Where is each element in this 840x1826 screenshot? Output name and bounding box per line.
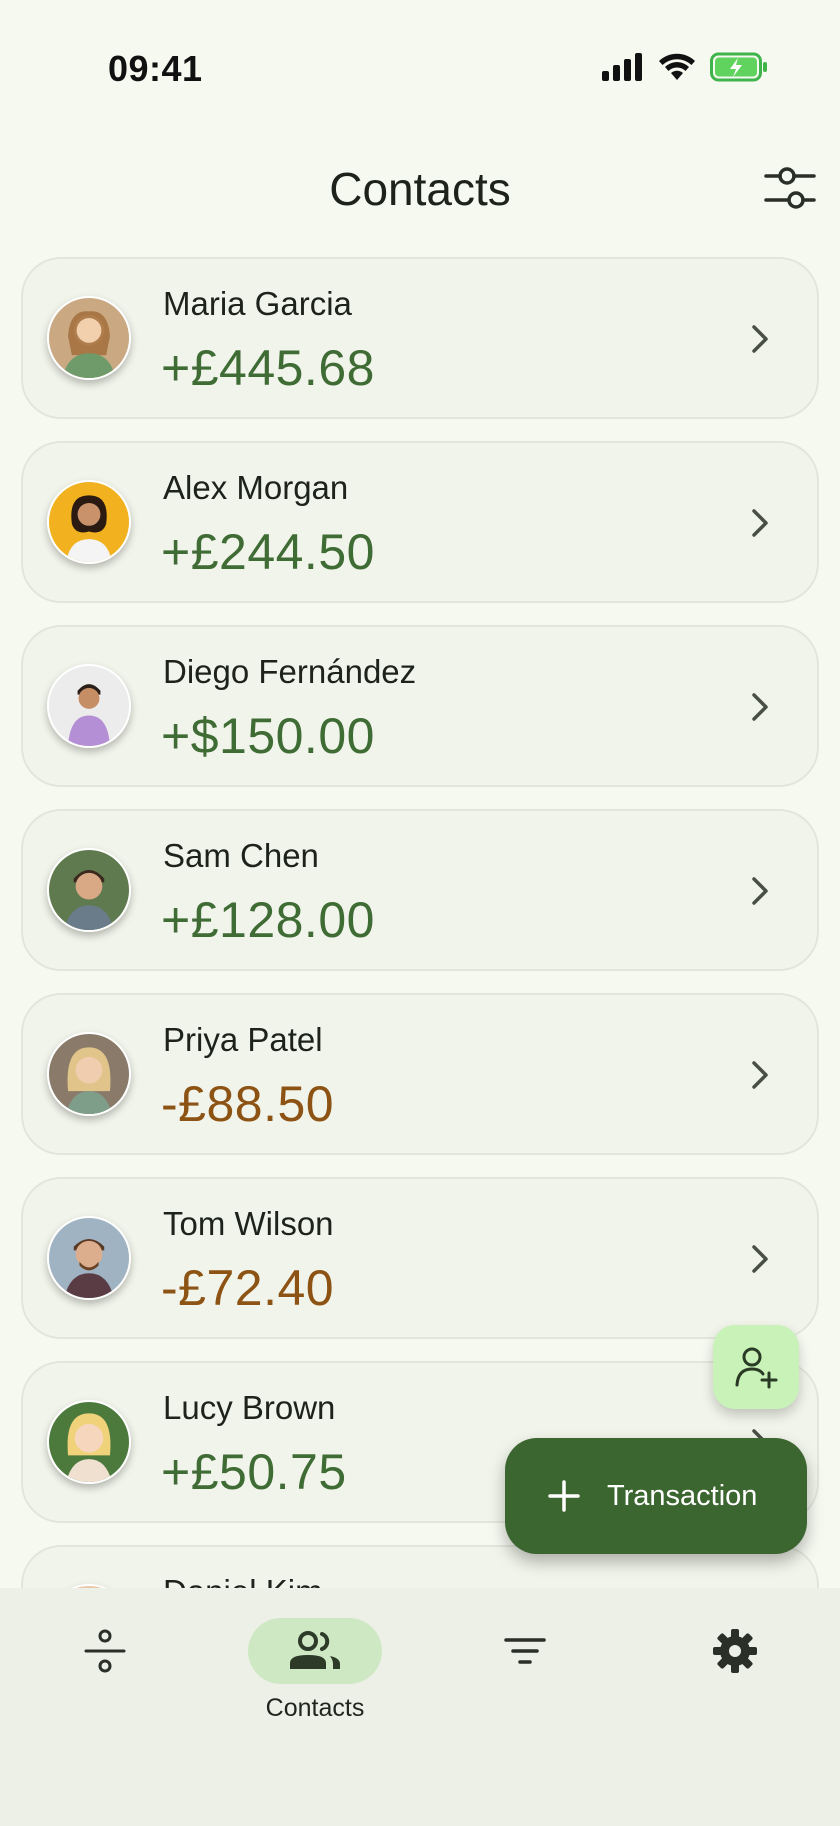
contact-list[interactable]: Maria Garcia +£445.68 Alex Morgan +£244.… bbox=[21, 257, 819, 1588]
nav-item-balance[interactable] bbox=[25, 1618, 185, 1738]
contact-card[interactable]: Priya Patel -£88.50 bbox=[21, 993, 819, 1155]
contact-name: Daniel Kim bbox=[163, 1573, 323, 1588]
people-icon bbox=[290, 1631, 340, 1669]
nav-pill bbox=[248, 1618, 382, 1684]
contact-balance: +£244.50 bbox=[161, 524, 375, 580]
avatar bbox=[47, 1216, 131, 1300]
status-bar: 09:41 bbox=[0, 0, 840, 130]
filter-settings-button[interactable] bbox=[762, 160, 818, 216]
avatar bbox=[47, 296, 131, 380]
contact-balance: -£88.50 bbox=[161, 1076, 335, 1132]
new-transaction-button[interactable]: Transaction bbox=[505, 1438, 807, 1554]
bottom-nav: Contacts bbox=[0, 1588, 840, 1826]
battery-charging-icon bbox=[710, 52, 767, 82]
nav-item-filter[interactable] bbox=[445, 1618, 605, 1738]
avatar bbox=[47, 664, 131, 748]
avatar bbox=[47, 1400, 131, 1484]
nav-item-contacts[interactable]: Contacts bbox=[235, 1618, 395, 1738]
avatar bbox=[47, 848, 131, 932]
chevron-right-icon bbox=[752, 1245, 768, 1273]
sliders-icon bbox=[764, 167, 816, 209]
contact-card[interactable]: Sam Chen +£128.00 bbox=[21, 809, 819, 971]
nav-pill bbox=[38, 1618, 172, 1684]
plus-icon bbox=[548, 1480, 580, 1512]
status-icons bbox=[602, 52, 768, 82]
page-title: Contacts bbox=[329, 163, 511, 215]
signal-icon bbox=[602, 53, 642, 81]
contact-card[interactable]: Diego Fernández +$150.00 bbox=[21, 625, 819, 787]
contact-name: Alex Morgan bbox=[163, 469, 349, 506]
wifi-icon bbox=[659, 53, 695, 80]
contact-card[interactable]: Maria Garcia +£445.68 bbox=[21, 257, 819, 419]
avatar bbox=[47, 1032, 131, 1116]
contact-balance: +£50.75 bbox=[161, 1444, 347, 1500]
filter-lines-icon bbox=[504, 1638, 546, 1664]
contact-balance: +$150.00 bbox=[161, 708, 375, 764]
transaction-label: Transaction bbox=[607, 1479, 758, 1512]
gear-icon bbox=[713, 1629, 757, 1673]
contact-name: Tom Wilson bbox=[163, 1205, 334, 1242]
chevron-right-icon bbox=[752, 325, 768, 353]
add-person-icon bbox=[735, 1347, 778, 1389]
avatar bbox=[47, 480, 131, 564]
header: Contacts bbox=[0, 150, 840, 230]
chevron-right-icon bbox=[752, 877, 768, 905]
nav-label: Contacts bbox=[265, 1694, 365, 1722]
contact-balance: +£445.68 bbox=[161, 340, 375, 396]
status-time: 09:41 bbox=[108, 48, 203, 89]
divide-icon bbox=[84, 1629, 126, 1673]
nav-item-settings[interactable] bbox=[655, 1618, 815, 1738]
chevron-right-icon bbox=[752, 1061, 768, 1089]
add-contact-button[interactable] bbox=[713, 1325, 799, 1409]
contact-name: Sam Chen bbox=[163, 837, 319, 874]
contact-name: Maria Garcia bbox=[163, 285, 352, 322]
contact-name: Lucy Brown bbox=[163, 1389, 336, 1426]
chevron-right-icon bbox=[752, 693, 768, 721]
chevron-right-icon bbox=[752, 509, 768, 537]
nav-pill bbox=[668, 1618, 802, 1684]
contact-card[interactable]: Tom Wilson -£72.40 bbox=[21, 1177, 819, 1339]
nav-pill bbox=[458, 1618, 592, 1684]
contact-card[interactable]: Alex Morgan +£244.50 bbox=[21, 441, 819, 603]
contact-name: Diego Fernández bbox=[163, 653, 417, 690]
contact-balance: +£128.00 bbox=[161, 892, 375, 948]
contact-balance: -£72.40 bbox=[161, 1260, 335, 1316]
contact-name: Priya Patel bbox=[163, 1021, 323, 1058]
